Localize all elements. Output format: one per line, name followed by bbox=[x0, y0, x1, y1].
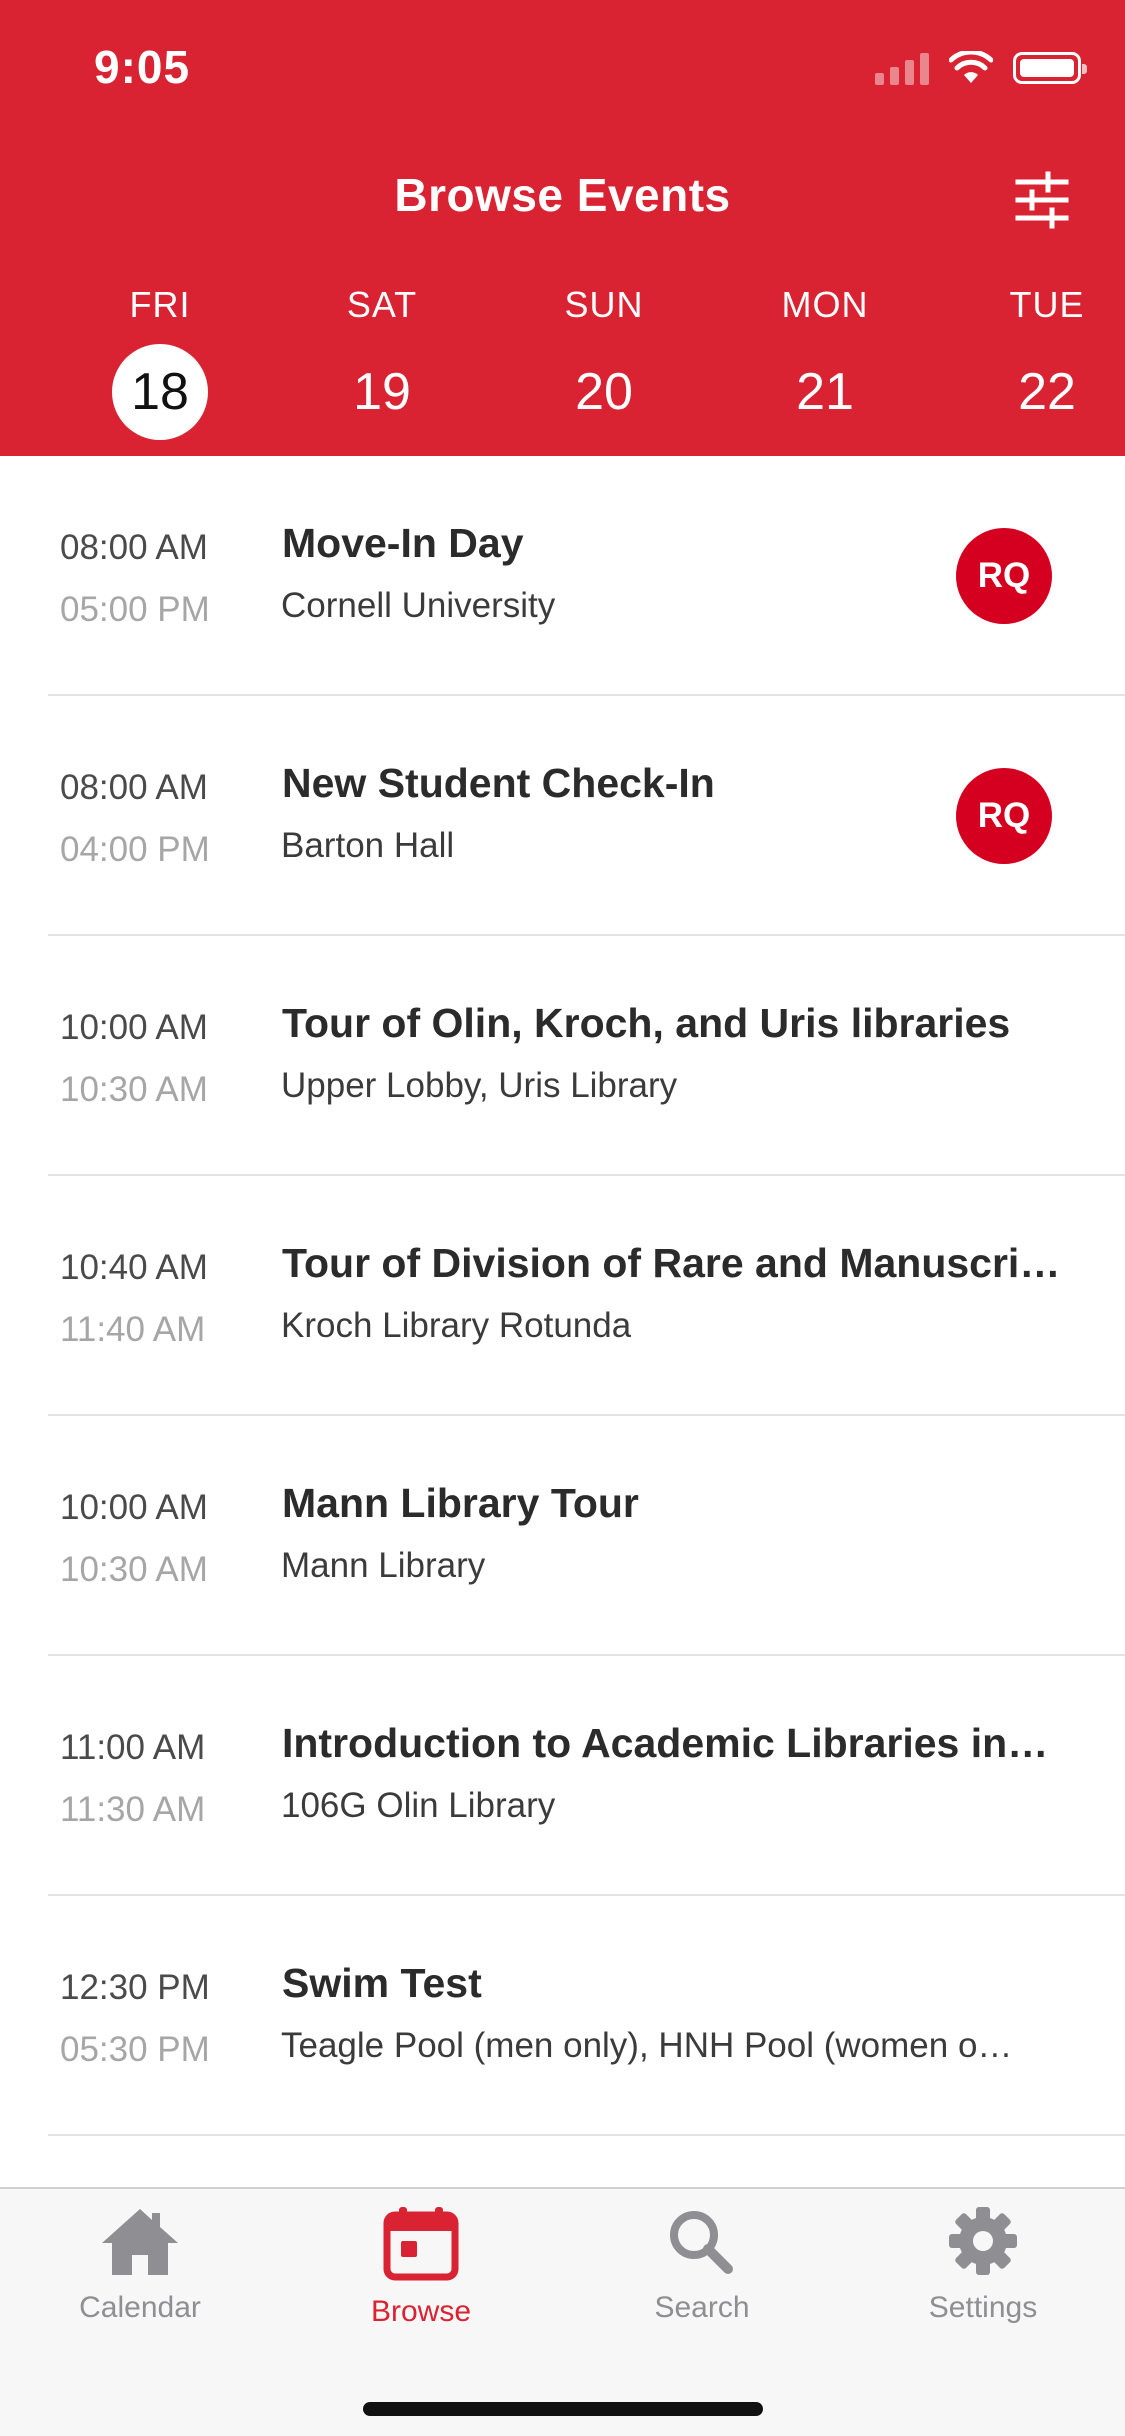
day-label: TUE bbox=[1009, 284, 1085, 325]
tab-search[interactable]: Search bbox=[602, 2205, 802, 2325]
day-number: 21 bbox=[796, 363, 854, 421]
event-title: Swim Test bbox=[282, 1960, 482, 2006]
event-location: Barton Hall bbox=[281, 826, 455, 865]
day-label: SAT bbox=[346, 284, 418, 325]
start-time: 08:00 AM bbox=[60, 528, 208, 567]
event-title: Tour of Division of Rare and Manuscri… bbox=[282, 1240, 1061, 1286]
day-number: 18 bbox=[112, 344, 208, 440]
event-location: Teagle Pool (men only), HNH Pool (women … bbox=[281, 2026, 1013, 2065]
rq-badge: RQ bbox=[956, 528, 1052, 624]
event-location: Upper Lobby, Uris Library bbox=[281, 1066, 678, 1105]
day-mon[interactable]: MON 21 bbox=[755, 284, 895, 440]
home-indicator bbox=[363, 2402, 763, 2416]
tab-settings[interactable]: Settings bbox=[883, 2205, 1083, 2325]
end-time: 05:30 PM bbox=[60, 2030, 210, 2069]
event-row[interactable]: 11:00 AM 11:30 AM Introduction to Academ… bbox=[0, 1656, 1125, 1896]
day-number: 20 bbox=[575, 363, 633, 421]
day-label: MON bbox=[781, 284, 869, 325]
end-time: 05:00 PM bbox=[60, 590, 210, 629]
event-row[interactable]: 08:00 AM 04:00 PM New Student Check-In B… bbox=[0, 696, 1125, 936]
day-sun[interactable]: SUN 20 bbox=[534, 284, 674, 440]
status-icons bbox=[875, 48, 1087, 88]
event-location: Kroch Library Rotunda bbox=[281, 1306, 632, 1345]
gear-icon bbox=[949, 2207, 1017, 2275]
day-label: FRI bbox=[129, 284, 191, 325]
day-sat[interactable]: SAT 19 bbox=[312, 284, 452, 440]
end-time: 10:30 AM bbox=[60, 1070, 208, 1109]
event-title: Introduction to Academic Libraries in… bbox=[282, 1720, 1049, 1766]
day-tue[interactable]: TUE 22 bbox=[977, 284, 1117, 440]
event-title: Mann Library Tour bbox=[282, 1480, 639, 1526]
tab-label: Browse bbox=[370, 2295, 472, 2328]
day-selector: FRI 18 SAT 19 SUN 20 MON 21 TUE 22 bbox=[0, 284, 1125, 440]
end-time: 11:30 AM bbox=[60, 1790, 206, 1829]
start-time: 10:40 AM bbox=[60, 1248, 208, 1287]
tab-label: Settings bbox=[928, 2291, 1038, 2324]
tab-browse[interactable]: Browse bbox=[321, 2205, 521, 2329]
event-location: 106G Olin Library bbox=[281, 1786, 556, 1825]
status-time: 9:05 bbox=[94, 41, 191, 93]
event-list: 08:00 AM 05:00 PM Move-In Day Cornell Un… bbox=[0, 456, 1125, 2136]
end-time: 04:00 PM bbox=[60, 830, 210, 869]
calendar-icon bbox=[383, 2207, 459, 2281]
day-label: SUN bbox=[564, 284, 644, 325]
end-time: 11:40 AM bbox=[60, 1310, 206, 1349]
end-time: 10:30 AM bbox=[60, 1550, 208, 1589]
filter-icon[interactable] bbox=[1010, 168, 1074, 232]
event-row[interactable]: 10:00 AM 10:30 AM Tour of Olin, Kroch, a… bbox=[0, 936, 1125, 1176]
day-number: 19 bbox=[353, 363, 411, 421]
rq-badge: RQ bbox=[956, 768, 1052, 864]
event-row[interactable]: 08:00 AM 05:00 PM Move-In Day Cornell Un… bbox=[0, 456, 1125, 696]
day-number: 22 bbox=[1018, 363, 1076, 421]
wifi-icon bbox=[949, 51, 993, 83]
search-icon bbox=[670, 2211, 733, 2274]
tab-calendar[interactable]: Calendar bbox=[40, 2205, 240, 2325]
start-time: 08:00 AM bbox=[60, 768, 208, 807]
event-location: Mann Library bbox=[281, 1546, 486, 1585]
event-row[interactable]: 10:40 AM 11:40 AM Tour of Division of Ra… bbox=[0, 1176, 1125, 1416]
start-time: 10:00 AM bbox=[60, 1008, 208, 1047]
tab-bar: Calendar Browse Search Settings bbox=[0, 2187, 1125, 2436]
start-time: 11:00 AM bbox=[60, 1728, 206, 1767]
header: 9:05 Browse Events FRI 18 SAT 19 SUN 20 … bbox=[0, 0, 1125, 456]
day-fri[interactable]: FRI 18 bbox=[90, 284, 230, 440]
cellular-signal-icon bbox=[875, 51, 929, 85]
divider bbox=[48, 2134, 1125, 2136]
event-row[interactable]: 12:30 PM 05:30 PM Swim Test Teagle Pool … bbox=[0, 1896, 1125, 2136]
event-title: New Student Check-In bbox=[282, 760, 715, 806]
event-location: Cornell University bbox=[281, 586, 556, 625]
tab-label: Calendar bbox=[79, 2291, 201, 2324]
start-time: 10:00 AM bbox=[60, 1488, 208, 1527]
page-title: Browse Events bbox=[394, 169, 731, 221]
start-time: 12:30 PM bbox=[60, 1968, 210, 2007]
event-row[interactable]: 10:00 AM 10:30 AM Mann Library Tour Mann… bbox=[0, 1416, 1125, 1656]
home-icon bbox=[102, 2209, 178, 2275]
event-title: Tour of Olin, Kroch, and Uris libraries bbox=[282, 1000, 1011, 1046]
tab-label: Search bbox=[654, 2291, 750, 2324]
battery-icon bbox=[1013, 52, 1087, 84]
event-title: Move-In Day bbox=[282, 520, 524, 566]
